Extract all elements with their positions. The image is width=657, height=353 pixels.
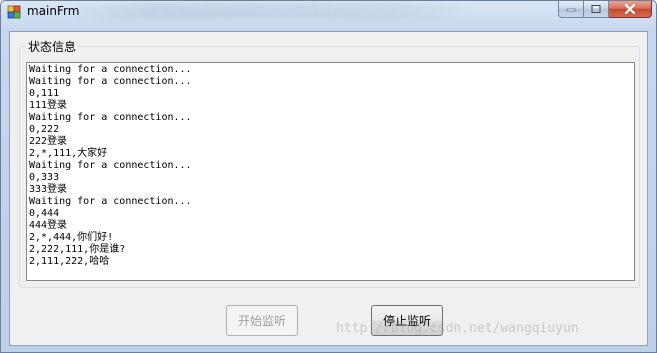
log-line: Waiting for a connection... [29, 196, 192, 207]
client-area: 状态信息 Waiting for a connection... Waiting… [9, 31, 648, 346]
status-log-textbox[interactable]: Waiting for a connection... Waiting for … [26, 62, 635, 281]
log-line: 0,222 [29, 124, 60, 135]
title-bar[interactable]: mainFrm [1, 1, 656, 23]
start-listen-button[interactable]: 开始监听 [226, 305, 298, 336]
log-line: Waiting for a connection... [29, 112, 192, 123]
log-line: 2,111,222,哈哈 [29, 256, 110, 267]
log-line: 333登录 [29, 184, 68, 195]
caption-buttons [558, 1, 652, 19]
log-line: 222登录 [29, 136, 68, 147]
close-icon [624, 4, 636, 14]
log-line: 2,*,111,大家好 [29, 148, 108, 159]
log-line: 0,333 [29, 172, 60, 183]
log-line: Waiting for a connection... [29, 64, 192, 75]
log-line: 111登录 [29, 100, 68, 111]
log-line: 444登录 [29, 220, 68, 231]
close-button[interactable] [609, 1, 652, 18]
status-group-label: 状态信息 [26, 40, 79, 54]
app-icon [7, 5, 21, 19]
log-line: 0,111 [29, 88, 60, 99]
maximize-icon [591, 5, 601, 13]
minimize-button[interactable] [558, 1, 584, 18]
log-line: Waiting for a connection... [29, 76, 192, 87]
log-line: 2,222,111,你是谁? [29, 244, 126, 255]
minimize-icon [566, 8, 576, 12]
log-line: 2,*,444,你们好! [29, 232, 114, 243]
watermark-text: http://blog.csdn.net/wangqiuyun [336, 321, 579, 336]
log-lines: Waiting for a connection... Waiting for … [29, 64, 192, 268]
title-blur [71, 3, 471, 19]
main-window: mainFrm 状态信息 Waiting for a connection...… [0, 0, 657, 353]
log-line: 0,444 [29, 208, 60, 219]
maximize-button[interactable] [584, 1, 609, 18]
log-line: Waiting for a connection... [29, 160, 192, 171]
